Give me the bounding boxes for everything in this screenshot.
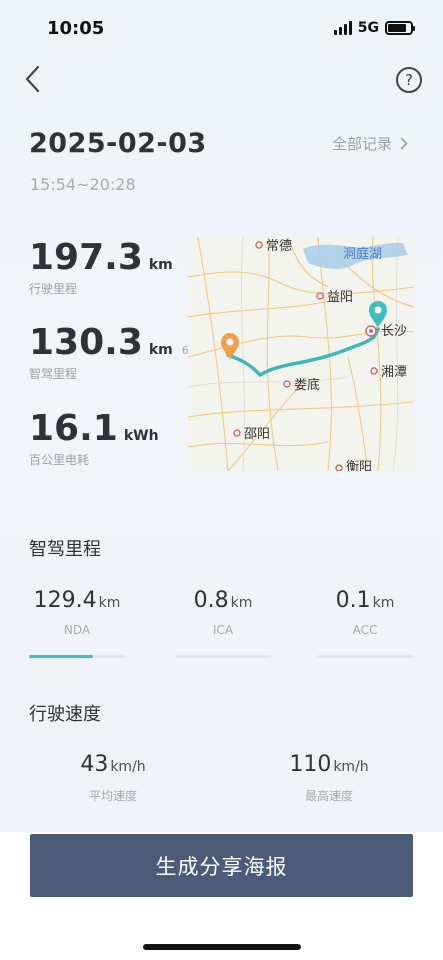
nda-unit: km <box>98 595 121 611</box>
ica-label: ICA <box>212 623 234 637</box>
acc-value: 0.1 <box>335 588 371 613</box>
map-label-yiyang: 益阳 <box>327 289 353 304</box>
speed-section-title: 行驶速度 <box>29 704 101 725</box>
energy-value: 16.1 <box>29 408 118 449</box>
ica-value: 0.8 <box>193 588 229 613</box>
max-speed-unit: km/h <box>333 759 369 775</box>
tab-track-acc <box>317 655 413 658</box>
nda-value: 129.4 <box>33 588 97 613</box>
energy-unit: kWh <box>123 428 159 444</box>
question-icon: ? <box>405 71 413 89</box>
trip-detail-page: 10:05 5G ? 2025-02-03 15:54~20:28 全部记录 1… <box>0 0 443 832</box>
active-tab-indicator <box>29 655 93 658</box>
all-records-label: 全部记录 <box>331 135 392 153</box>
battery-icon <box>385 21 415 35</box>
avg-speed: 43 km/h 平均速度 <box>63 752 163 804</box>
distance-stat: 197.3 km 行驶里程 <box>29 237 173 297</box>
map-label-changde: 常德 <box>266 238 292 253</box>
smart-distance-label: 智驾里程 <box>29 367 78 381</box>
all-records-link[interactable]: 全部记录 <box>332 133 408 154</box>
home-indicator[interactable] <box>143 944 301 950</box>
avg-speed-label: 平均速度 <box>88 789 137 803</box>
smart-distance-value: 130.3 <box>29 322 143 363</box>
map-label-loudi: 娄底 <box>294 377 320 392</box>
avg-speed-value: 43 <box>80 752 109 777</box>
tab-ica[interactable]: 0.8 km ICA <box>175 588 271 637</box>
distance-label: 行驶里程 <box>29 282 78 296</box>
route-map-svg: 常德 洞庭湖 益阳 长沙 湘潭 娄底 邵阳 衡阳 <box>188 237 414 471</box>
max-speed: 110 km/h 最高速度 <box>279 752 379 804</box>
nda-label: NDA <box>63 623 91 637</box>
tab-track-ica <box>175 655 271 658</box>
tab-nda[interactable]: 129.4 km NDA <box>29 588 125 637</box>
trip-time-range: 15:54~20:28 <box>30 175 136 194</box>
status-time: 10:05 <box>47 18 105 39</box>
map-label-dongtinghu: 洞庭湖 <box>343 246 382 261</box>
acc-label: ACC <box>352 623 378 637</box>
tab-acc[interactable]: 0.1 km ACC <box>317 588 413 637</box>
map-label-hengyang: 衡阳 <box>346 459 372 471</box>
smart-distance-stat: 130.3km66% 智驾里程 <box>29 322 206 382</box>
energy-label: 百公里电耗 <box>29 453 90 467</box>
back-button[interactable] <box>22 64 48 94</box>
max-speed-value: 110 <box>289 752 332 777</box>
acc-unit: km <box>372 595 395 611</box>
network-type: 5G <box>357 20 379 36</box>
map-label-changsha: 长沙 <box>381 323 407 338</box>
chevron-right-icon <box>400 137 408 150</box>
ica-unit: km <box>230 595 253 611</box>
signal-icon <box>333 21 352 35</box>
avg-speed-unit: km/h <box>110 759 146 775</box>
generate-share-poster-button[interactable]: 生成分享海报 <box>30 834 413 897</box>
help-button[interactable]: ? <box>396 67 422 93</box>
distance-value: 197.3 <box>29 237 143 278</box>
max-speed-label: 最高速度 <box>304 789 353 803</box>
chevron-left-icon <box>25 65 40 93</box>
map-label-shaoyang: 邵阳 <box>244 426 270 441</box>
status-indicators: 5G <box>333 20 415 36</box>
energy-stat: 16.1 kWh 百公里电耗 <box>29 408 159 468</box>
smart-section-title: 智驾里程 <box>29 539 101 560</box>
start-marker-icon <box>221 333 239 359</box>
smart-distance-unit: km <box>148 342 173 358</box>
route-map[interactable]: 常德 洞庭湖 益阳 长沙 湘潭 娄底 邵阳 衡阳 <box>188 237 414 471</box>
distance-unit: km <box>148 257 173 273</box>
trip-date: 2025-02-03 <box>29 128 207 159</box>
map-label-xiangtan: 湘潭 <box>381 364 407 379</box>
tab-track-nda <box>93 655 125 658</box>
